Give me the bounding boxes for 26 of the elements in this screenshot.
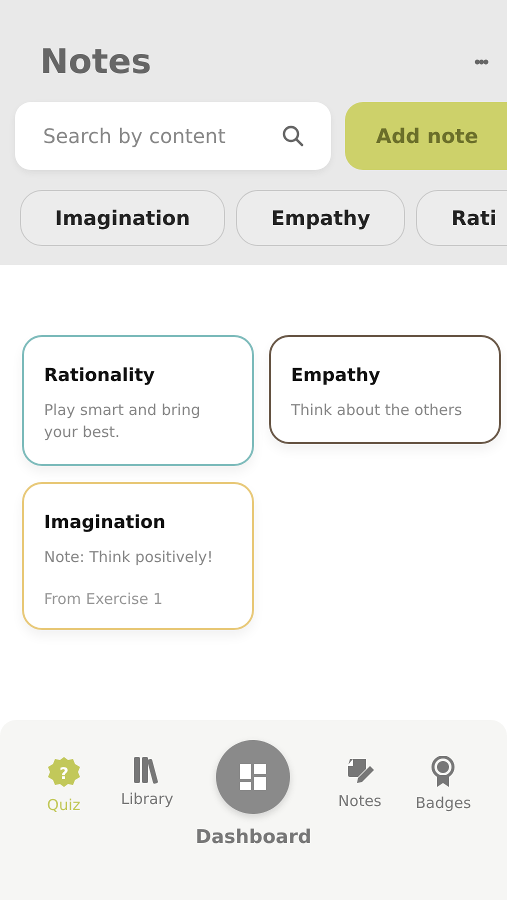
filter-chip[interactable]: Imagination xyxy=(20,190,226,246)
grid-icon xyxy=(240,764,266,790)
note-card[interactable]: Imagination Note: Think positively! From Exercise 1 xyxy=(22,482,254,630)
nav-tab[interactable]: Library xyxy=(112,756,182,816)
nav-tab[interactable]: Notes xyxy=(324,756,395,816)
note-card[interactable]: Rationality Play smart and bring your best. xyxy=(22,335,254,466)
note-text: Play smart and bring your best. xyxy=(44,400,202,443)
note-title: Rationality xyxy=(44,365,156,386)
note-title: Imagination xyxy=(44,512,167,532)
dashboard-tab[interactable]: Dashboard xyxy=(196,740,312,900)
award-icon xyxy=(430,756,456,788)
note-text: Think about the others xyxy=(291,400,464,421)
note-text: Note: Think positively! xyxy=(44,546,214,568)
nav-tab[interactable]: Badges xyxy=(408,756,478,816)
page-title: Notes xyxy=(40,42,152,82)
note-pencil-icon xyxy=(344,756,375,786)
note-source: From Exercise 1 xyxy=(44,590,164,608)
search-icon xyxy=(281,124,305,148)
note-title: Empathy xyxy=(291,365,382,386)
question-badge-icon: ? xyxy=(46,756,81,790)
filter-chip[interactable]: Empathy xyxy=(236,190,406,246)
search-bar[interactable]: Search by content xyxy=(15,102,331,170)
filter-chip[interactable]: Rati xyxy=(416,190,507,246)
more-menu-button[interactable]: ••• xyxy=(474,52,487,72)
add-note-button[interactable]: Add note xyxy=(345,102,507,170)
note-card[interactable]: Empathy Think about the others xyxy=(269,335,501,444)
